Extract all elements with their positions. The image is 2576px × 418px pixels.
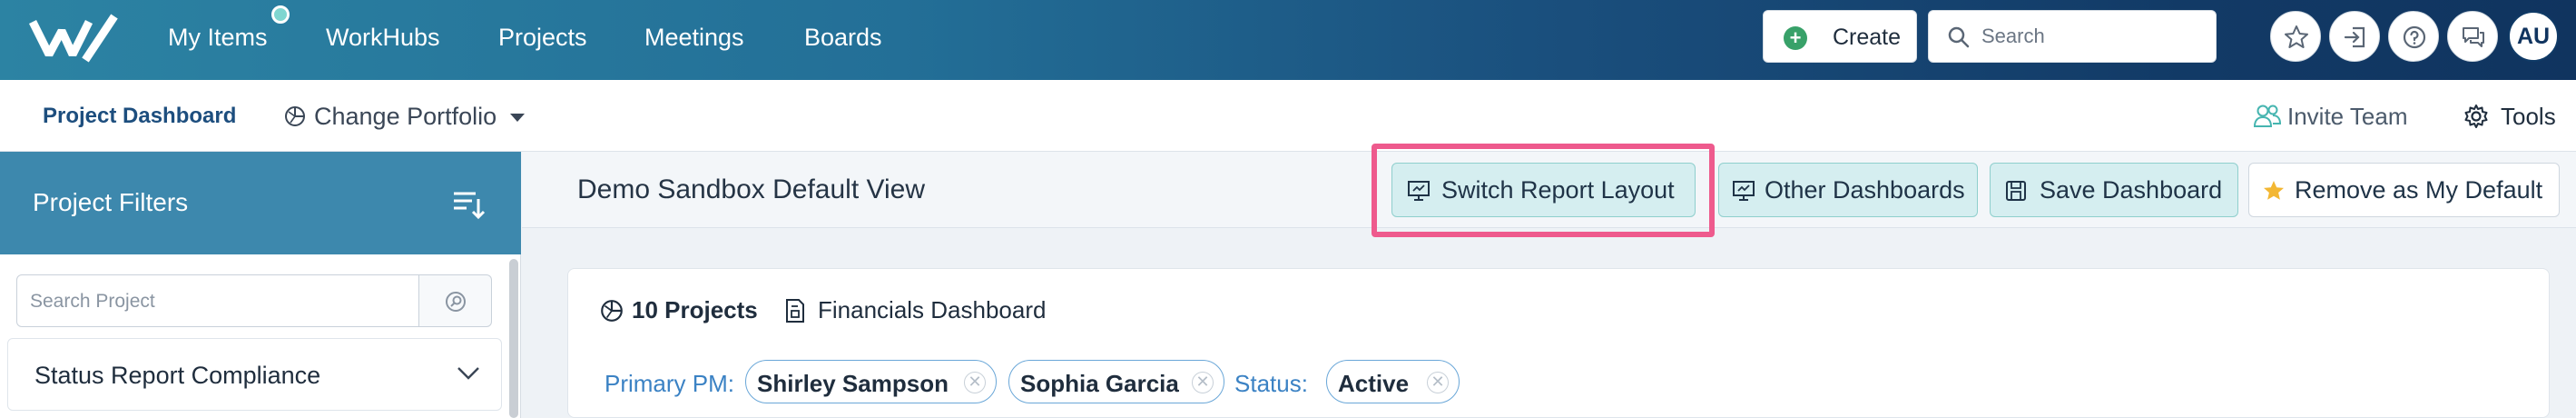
sidebar-header: Project Filters [0, 152, 521, 254]
nav-meetings[interactable]: Meetings [644, 22, 744, 53]
plus-icon: + [1784, 26, 1807, 50]
notification-dot [271, 5, 290, 24]
top-navigation-bar: My Items WorkHubs Projects Meetings Boar… [0, 0, 2576, 80]
global-search-input[interactable] [1981, 20, 2199, 53]
change-portfolio-label: Change Portfolio [314, 103, 497, 130]
search-icon [446, 292, 466, 312]
nav-projects[interactable]: Projects [498, 22, 587, 53]
status-report-compliance-panel[interactable]: Status Report Compliance [7, 338, 502, 411]
logo-icon[interactable] [29, 9, 120, 67]
breadcrumb-project-dashboard[interactable]: Project Dashboard [43, 104, 236, 129]
star-icon [2285, 25, 2308, 48]
invite-team-label: Invite Team [2287, 103, 2408, 130]
close-icon[interactable]: ✕ [964, 372, 986, 393]
sort-filter-icon[interactable] [450, 186, 487, 223]
user-avatar[interactable]: AU [2508, 11, 2559, 62]
chevron-down-icon [510, 114, 525, 122]
other-dashboards-label: Other Dashboards [1765, 176, 1965, 204]
presentation-icon [1733, 181, 1755, 201]
filter-chip: Shirley Sampson ✕ [745, 360, 997, 403]
chip-label: Active [1338, 370, 1410, 397]
dashboard-summary-card: 10 Projects Financials Dashboard Primary… [567, 268, 2550, 418]
create-label: Create [1833, 25, 1902, 50]
save-dashboard-button[interactable]: Save Dashboard [1990, 163, 2238, 217]
chip-label: Sophia Garcia [1020, 370, 1179, 397]
remove-as-default-label: Remove as My Default [2295, 176, 2543, 204]
portfolio-icon [285, 106, 305, 126]
dashboard-name: Financials Dashboard [818, 296, 1047, 323]
filter-chip: Active ✕ [1326, 360, 1460, 403]
highlight-box [1372, 144, 1715, 237]
switch-account-button[interactable] [2329, 11, 2380, 62]
global-search[interactable] [1928, 10, 2217, 63]
close-icon[interactable]: ✕ [1427, 372, 1449, 393]
other-dashboards-button[interactable]: Other Dashboards [1718, 163, 1978, 217]
favorites-button[interactable] [2270, 11, 2321, 62]
remove-as-default-button[interactable]: Remove as My Default [2248, 163, 2560, 217]
sidebar-scrollbar[interactable] [509, 259, 518, 418]
save-dashboard-label: Save Dashboard [2040, 176, 2223, 204]
close-icon[interactable]: ✕ [1192, 372, 1214, 393]
tools-label: Tools [2501, 103, 2556, 130]
status-label: Status: [1234, 370, 1308, 397]
view-toolbar: Demo Sandbox Default View Switch Report … [522, 144, 2576, 237]
project-search-field[interactable] [16, 274, 419, 327]
chevron-down-icon [457, 367, 479, 380]
help-button[interactable] [2388, 11, 2439, 62]
panel-label: Status Report Compliance [34, 362, 321, 389]
gear-icon [2464, 104, 2488, 128]
primary-pm-label: Primary PM: [605, 370, 734, 397]
project-search-input[interactable] [30, 286, 402, 317]
users-icon [2253, 104, 2282, 127]
portfolio-icon [601, 300, 623, 322]
create-button[interactable]: + Create [1763, 10, 1917, 63]
sidebar-title: Project Filters [33, 188, 189, 216]
report-icon [786, 299, 804, 323]
main-content: Demo Sandbox Default View Switch Report … [522, 144, 2576, 418]
view-title: Demo Sandbox Default View [577, 174, 925, 204]
search-icon [1948, 26, 1970, 48]
save-icon [2006, 181, 2026, 201]
messages-button[interactable] [2447, 11, 2498, 62]
help-icon [2403, 25, 2426, 49]
chip-label: Shirley Sampson [757, 370, 949, 397]
sub-header: Project Dashboard Change Portfolio Invit… [0, 80, 2576, 152]
nav-my-items[interactable]: My Items [168, 22, 268, 53]
project-count: 10 Projects [632, 296, 758, 323]
sign-in-icon [2344, 26, 2365, 48]
filter-chip: Sophia Garcia ✕ [1008, 360, 1224, 403]
nav-boards[interactable]: Boards [804, 22, 882, 53]
chat-icon [2463, 27, 2484, 47]
nav-workhubs[interactable]: WorkHubs [326, 22, 440, 53]
star-icon [2264, 181, 2284, 200]
project-search-button[interactable] [419, 274, 492, 327]
project-filters-sidebar: Project Filters Status Report Compliance [0, 152, 521, 418]
